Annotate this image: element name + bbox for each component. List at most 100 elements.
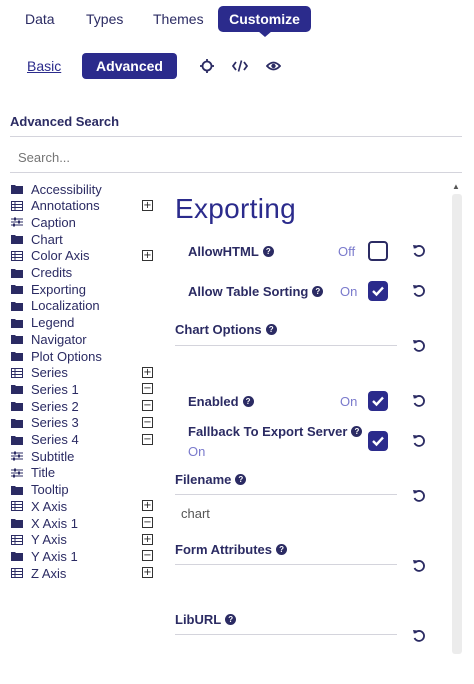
tree-item[interactable]: Navigator: [11, 331, 87, 347]
tree-item[interactable]: Color Axis: [11, 248, 90, 264]
code-icon[interactable]: [232, 59, 248, 73]
search-input[interactable]: [10, 145, 460, 169]
allow-html-label-text: AllowHTML: [188, 244, 259, 259]
folder-icon: [11, 401, 27, 412]
folder-icon: [11, 435, 27, 445]
folder-icon: [11, 184, 27, 194]
collapse-icon[interactable]: −: [142, 433, 153, 445]
tree-item[interactable]: Exporting: [11, 281, 86, 297]
liburl-field[interactable]: [175, 634, 397, 635]
expand-icon[interactable]: +: [142, 249, 153, 261]
tree-item-label: Caption: [31, 214, 76, 230]
enabled-checkbox[interactable]: [368, 391, 388, 411]
reset-icon[interactable]: [412, 394, 426, 408]
tree-item[interactable]: Credits: [11, 265, 72, 281]
help-icon[interactable]: ?: [265, 324, 277, 335]
expand-icon[interactable]: +: [142, 199, 153, 211]
tree-item-label: Chart: [31, 231, 63, 247]
tree-item[interactable]: Subtitle: [11, 448, 74, 464]
tree-item[interactable]: Series 4: [11, 432, 79, 448]
tree-item[interactable]: Y Axis 1: [11, 548, 78, 564]
tab-themes[interactable]: Themes: [153, 11, 204, 27]
expand-icon[interactable]: +: [142, 533, 153, 545]
tree-item[interactable]: X Axis 1: [11, 515, 78, 531]
reset-icon[interactable]: [412, 489, 426, 503]
eye-icon[interactable]: [266, 59, 281, 73]
allow-table-sorting-label: Allow Table Sorting?: [188, 284, 324, 299]
table-icon: [11, 200, 27, 211]
table-icon: [11, 367, 27, 378]
reset-icon[interactable]: [412, 434, 426, 448]
folder-icon: [11, 418, 27, 428]
allow-html-state: Off: [338, 244, 356, 259]
collapse-icon[interactable]: −: [142, 517, 153, 528]
tree-item[interactable]: Annotations: [11, 198, 100, 214]
collapse-icon[interactable]: −: [142, 400, 153, 412]
form-attributes-field[interactable]: [175, 564, 397, 565]
tree-item[interactable]: Chart: [11, 231, 63, 247]
expand-icon[interactable]: +: [142, 567, 153, 579]
tree-item[interactable]: Series 3: [11, 415, 79, 431]
divider: [175, 494, 397, 495]
tree-item[interactable]: Plot Options: [11, 348, 102, 364]
reset-icon[interactable]: [412, 339, 426, 353]
help-icon[interactable]: ?: [262, 246, 274, 257]
scroll-up-arrow[interactable]: ▲: [452, 182, 460, 191]
tree-item-label: Annotations: [31, 198, 100, 214]
help-icon[interactable]: ?: [235, 474, 247, 485]
crosshair-icon[interactable]: [200, 59, 214, 73]
tree-item[interactable]: Series: [11, 365, 68, 381]
tree-item-label: Series 3: [31, 415, 79, 431]
allow-table-sorting-checkbox[interactable]: [368, 281, 388, 301]
help-icon[interactable]: ?: [225, 614, 237, 625]
fallback-label-text: Fallback To Export Server: [188, 424, 348, 439]
tree-item[interactable]: Localization: [11, 298, 100, 314]
collapse-icon[interactable]: −: [142, 383, 153, 395]
tree-item-label: X Axis: [31, 498, 68, 514]
collapse-icon[interactable]: −: [142, 550, 153, 562]
reset-icon[interactable]: [412, 244, 426, 258]
tree-item-label: Subtitle: [31, 448, 75, 464]
tree-item[interactable]: Z Axis: [11, 565, 66, 581]
tree-item-label: Credits: [31, 265, 73, 280]
tree-item[interactable]: Y Axis: [11, 532, 67, 548]
help-icon[interactable]: ?: [312, 286, 324, 297]
folder-icon: [11, 268, 27, 278]
allow-html-checkbox[interactable]: [368, 241, 388, 261]
tab-customize[interactable]: Customize: [218, 6, 311, 32]
reset-icon[interactable]: [412, 284, 426, 298]
help-icon[interactable]: ?: [276, 544, 288, 555]
tree-item[interactable]: Series 2: [11, 398, 79, 414]
panel-title: Exporting: [175, 193, 296, 224]
folder-icon: [11, 334, 27, 345]
tree-item[interactable]: Accessibility: [11, 181, 102, 197]
tree-item[interactable]: Legend: [11, 315, 74, 331]
reset-icon[interactable]: [412, 629, 426, 643]
tree-item[interactable]: Series 1: [11, 381, 79, 397]
tab-data[interactable]: Data: [25, 11, 55, 27]
tab-types[interactable]: Types: [86, 11, 123, 27]
chart-options-label-text: Chart Options: [175, 322, 262, 337]
expand-icon[interactable]: +: [142, 366, 153, 378]
expand-icon[interactable]: +: [142, 500, 153, 512]
help-icon[interactable]: ?: [242, 396, 254, 407]
filename-input[interactable]: chart: [181, 506, 210, 521]
table-icon: [11, 568, 27, 579]
tree-item[interactable]: Title: [11, 465, 55, 481]
scrollbar[interactable]: [452, 194, 462, 654]
tree-item[interactable]: Caption: [11, 214, 76, 230]
chart-options-field[interactable]: [175, 345, 397, 346]
allow-table-sorting-state: On: [340, 284, 358, 299]
collapse-icon[interactable]: −: [142, 416, 153, 428]
tree-item[interactable]: Tooltip: [11, 482, 69, 498]
advanced-mode-button[interactable]: Advanced: [82, 53, 177, 79]
folder-icon: [11, 485, 27, 495]
form-attributes-label-text: Form Attributes: [175, 542, 273, 557]
fallback-checkbox[interactable]: [368, 431, 388, 451]
reset-icon[interactable]: [412, 559, 426, 573]
help-icon[interactable]: ?: [351, 426, 363, 437]
tree-item[interactable]: X Axis: [11, 498, 67, 514]
basic-mode-link[interactable]: Basic: [27, 58, 61, 74]
table-icon: [11, 501, 27, 512]
tree-item-label: Series 1: [31, 381, 79, 397]
